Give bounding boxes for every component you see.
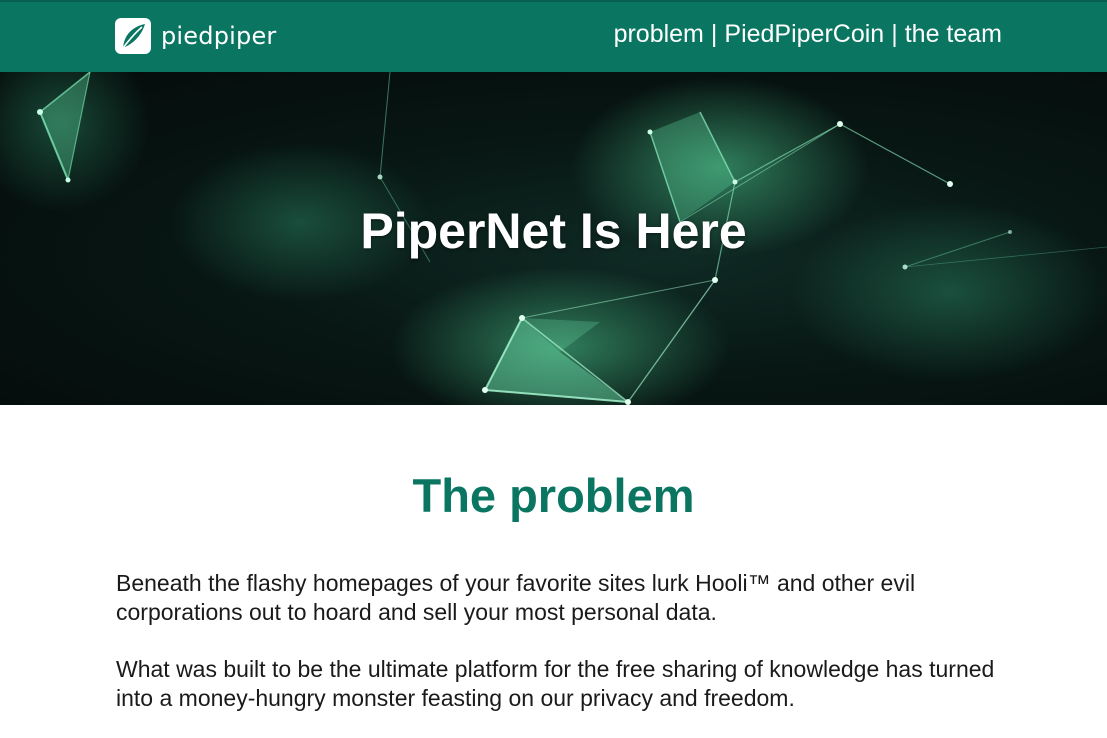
logo-wordmark: piedpiper (161, 22, 277, 50)
piedpiper-logo-link[interactable]: piedpiper (115, 16, 276, 56)
main-nav-links: problem | PiedPiperCoin | the team (614, 18, 1002, 50)
hero-title: PiperNet Is Here (360, 203, 747, 259)
nav-link-piedpipercoin[interactable]: PiedPiperCoin (724, 21, 884, 47)
problem-paragraph: What was built to be the ultimate platfo… (116, 656, 995, 711)
nav-separator: | (891, 19, 898, 48)
nav-separator: | (710, 19, 718, 48)
section-heading: The problem (412, 469, 695, 522)
top-navigation-bar: piedpiper problem | PiedPiperCoin | the … (0, 0, 1107, 72)
hero-banner: PiperNet Is Here (0, 72, 1107, 405)
nav-link-the-team[interactable]: the team (905, 21, 1002, 47)
nav-link-problem[interactable]: problem (614, 21, 704, 47)
problem-paragraph: Beneath the flashy homepages of your fav… (116, 570, 916, 625)
leaf-logo-icon (115, 18, 151, 54)
